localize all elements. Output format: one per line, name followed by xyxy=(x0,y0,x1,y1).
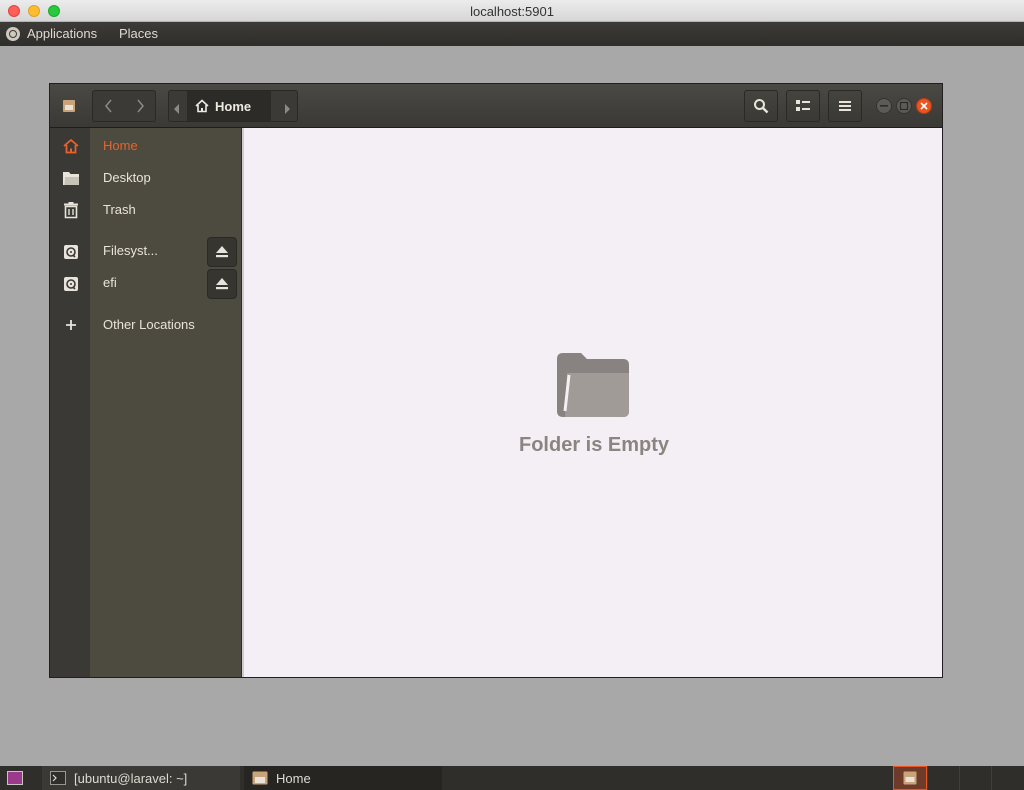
vnc-window-titlebar: localhost:5901 xyxy=(0,0,1024,22)
path-left-button[interactable] xyxy=(173,101,181,119)
home-icon xyxy=(195,99,209,113)
applications-menu[interactable]: Applications xyxy=(27,26,97,41)
files-icon xyxy=(903,771,917,785)
home-icon xyxy=(63,138,79,154)
menu-button[interactable] xyxy=(828,90,862,122)
path-right-button[interactable] xyxy=(283,101,291,119)
menu-icon xyxy=(839,101,851,111)
trash-icon xyxy=(64,202,78,219)
workspace-4[interactable] xyxy=(991,766,1024,790)
sidebar-item-label: Desktop xyxy=(103,170,151,185)
terminal-icon xyxy=(50,771,66,785)
plus-icon xyxy=(66,320,76,330)
sidebar-item-label: efi xyxy=(103,275,117,290)
eject-button[interactable] xyxy=(207,237,237,267)
ubuntu-logo-icon[interactable] xyxy=(6,27,20,41)
files-window: Home Home Desktop Trash Filesyst... efi … xyxy=(49,83,943,678)
nav-buttons xyxy=(92,90,156,122)
back-icon xyxy=(104,99,112,113)
maximize-icon xyxy=(899,101,909,111)
show-desktop-icon[interactable] xyxy=(7,771,23,785)
path-left-icon xyxy=(174,104,179,114)
top-panel: Applications Places xyxy=(0,22,1024,46)
maximize-button[interactable] xyxy=(896,98,912,114)
view-list-icon xyxy=(796,100,810,111)
back-button[interactable] xyxy=(93,99,124,113)
bottom-taskbar: [ubuntu@laravel: ~] Home xyxy=(0,766,1024,790)
sidebar-item-other-locations[interactable]: Other Locations xyxy=(50,310,240,340)
eject-icon xyxy=(216,278,228,290)
sidebar-item-efi[interactable]: efi xyxy=(50,269,240,299)
search-icon xyxy=(754,99,769,114)
task-label: [ubuntu@laravel: ~] xyxy=(74,770,188,786)
workspace-1[interactable] xyxy=(893,766,927,790)
drive-icon xyxy=(64,277,78,291)
eject-icon xyxy=(216,246,228,258)
path-bar: Home xyxy=(168,90,298,122)
sidebar-item-label: Home xyxy=(103,138,138,153)
minimize-icon xyxy=(880,105,888,107)
eject-button[interactable] xyxy=(207,269,237,299)
task-files-home[interactable]: Home xyxy=(244,766,442,790)
close-button[interactable] xyxy=(916,98,932,114)
sidebar-item-filesystem[interactable]: Filesyst... xyxy=(50,237,240,267)
sidebar-item-label: Other Locations xyxy=(103,317,195,332)
view-toggle-button[interactable] xyxy=(786,90,820,122)
headerbar: Home xyxy=(50,84,942,128)
places-menu[interactable]: Places xyxy=(119,26,158,41)
empty-folder-icon xyxy=(557,353,629,417)
nautilus-app-icon xyxy=(56,90,82,122)
close-icon xyxy=(920,102,928,110)
drive-icon xyxy=(64,245,78,259)
sidebar-item-desktop[interactable]: Desktop xyxy=(50,163,240,193)
files-icon xyxy=(252,771,268,785)
workspace-3[interactable] xyxy=(959,766,993,790)
path-home-label: Home xyxy=(215,98,252,114)
minimize-button[interactable] xyxy=(876,98,892,114)
vnc-window-title: localhost:5901 xyxy=(470,4,554,19)
sidebar-item-label: Trash xyxy=(103,202,136,217)
sidebar-item-trash[interactable]: Trash xyxy=(50,195,240,225)
path-right-icon xyxy=(285,104,290,114)
path-home-button[interactable]: Home xyxy=(187,91,271,121)
task-terminal[interactable]: [ubuntu@laravel: ~] xyxy=(42,766,240,790)
file-view[interactable]: Folder is Empty xyxy=(242,128,942,677)
empty-folder-message: Folder is Empty xyxy=(518,434,670,456)
search-button[interactable] xyxy=(744,90,778,122)
task-label: Home xyxy=(276,770,311,786)
forward-icon xyxy=(136,99,144,113)
workspace-2[interactable] xyxy=(927,766,961,790)
sidebar-item-label: Filesyst... xyxy=(103,243,158,258)
forward-button[interactable] xyxy=(124,99,155,113)
sidebar-item-home[interactable]: Home xyxy=(50,131,240,161)
folder-icon xyxy=(63,172,79,185)
